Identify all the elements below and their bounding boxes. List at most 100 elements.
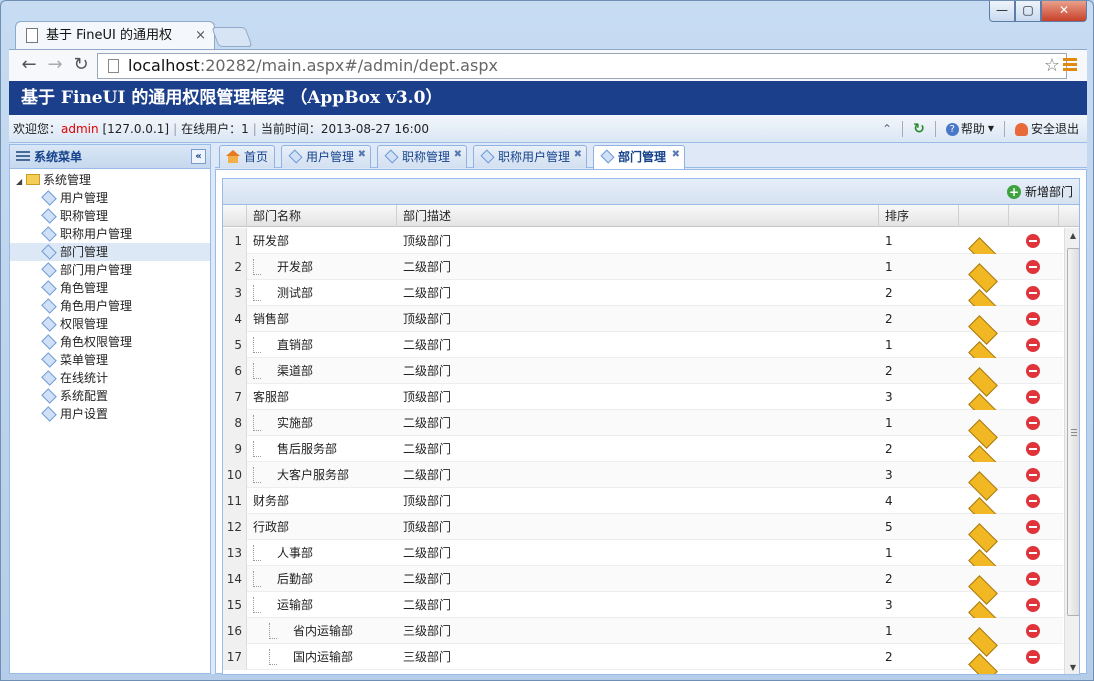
- delete-icon[interactable]: [1026, 364, 1040, 378]
- table-row[interactable]: 16 省内运输部 三级部门 1: [223, 618, 1063, 657]
- edit-icon[interactable]: [968, 389, 998, 423]
- table-row[interactable]: 3 测试部 二级部门 2: [223, 280, 1063, 319]
- table-row[interactable]: 17 国内运输部 三级部门 2: [223, 644, 1063, 674]
- logout-button[interactable]: 安全退出: [1014, 115, 1079, 143]
- sidebar-item[interactable]: 角色权限管理: [10, 333, 210, 351]
- edit-icon[interactable]: [968, 441, 998, 475]
- add-department-button[interactable]: + 新增部门: [1006, 183, 1073, 201]
- delete-icon[interactable]: [1026, 390, 1040, 404]
- back-icon[interactable]: ←: [17, 54, 41, 78]
- delete-icon[interactable]: [1026, 598, 1040, 612]
- delete-icon[interactable]: [1026, 286, 1040, 300]
- sidebar-item[interactable]: 用户设置: [10, 405, 210, 423]
- edit-icon[interactable]: [968, 545, 998, 579]
- minimize-button[interactable]: —: [989, 1, 1015, 22]
- sidebar-item[interactable]: 职称用户管理: [10, 225, 210, 243]
- edit-icon[interactable]: [968, 467, 998, 501]
- tab-department-management[interactable]: 部门管理 ✖: [593, 145, 685, 169]
- sidebar-item[interactable]: 在线统计: [10, 369, 210, 387]
- table-row[interactable]: 12 行政部 顶级部门 5: [223, 514, 1063, 553]
- table-row[interactable]: 5 直销部 二级部门 1: [223, 332, 1063, 371]
- scroll-down-arrow[interactable]: ▼: [1065, 660, 1079, 674]
- column-header-name[interactable]: 部门名称: [247, 205, 397, 227]
- delete-icon[interactable]: [1026, 494, 1040, 508]
- table-row[interactable]: 7 客服部 顶级部门 3: [223, 384, 1063, 423]
- edit-icon[interactable]: [968, 649, 998, 674]
- edit-icon[interactable]: [968, 519, 998, 553]
- delete-icon[interactable]: [1026, 546, 1040, 560]
- table-row[interactable]: 14 后勤部 二级部门 2: [223, 566, 1063, 605]
- browser-tab[interactable]: 基于 FineUI 的通用权 ×: [15, 21, 215, 49]
- edit-icon[interactable]: [968, 597, 998, 631]
- address-bar[interactable]: localhost:20282/main.aspx#/admin/dept.as…: [97, 53, 1067, 79]
- sidebar-item[interactable]: 职称管理: [10, 207, 210, 225]
- sidebar-item[interactable]: 角色管理: [10, 279, 210, 297]
- edit-icon[interactable]: [968, 571, 998, 605]
- delete-icon[interactable]: [1026, 234, 1040, 248]
- maximize-button[interactable]: ▢: [1015, 1, 1041, 22]
- scroll-up-arrow[interactable]: ▲: [1065, 228, 1079, 244]
- close-tab-icon[interactable]: ✖: [454, 144, 462, 166]
- table-row[interactable]: 15 运输部 二级部门 3: [223, 592, 1063, 631]
- table-row[interactable]: 6 渠道部 二级部门 2: [223, 358, 1063, 397]
- table-row[interactable]: 13 人事部 二级部门 1: [223, 540, 1063, 579]
- grid-vertical-scrollbar[interactable]: ▲ ▼: [1064, 228, 1079, 674]
- sidebar-item[interactable]: 系统配置: [10, 387, 210, 405]
- help-button[interactable]: ? 帮助 ▼: [945, 115, 994, 143]
- delete-icon[interactable]: [1026, 260, 1040, 274]
- tab-user-management[interactable]: 用户管理 ✖: [281, 145, 371, 168]
- tree-root[interactable]: ◢ 系统管理: [10, 171, 210, 189]
- table-row[interactable]: 2 开发部 二级部门 1: [223, 254, 1063, 293]
- edit-icon[interactable]: [968, 337, 998, 371]
- collapse-header-icon[interactable]: ⌃: [882, 115, 892, 143]
- browser-menu-icon[interactable]: [1063, 58, 1077, 72]
- tab-title-management[interactable]: 职称管理 ✖: [377, 145, 467, 168]
- table-row[interactable]: 10 大客户服务部 二级部门 3: [223, 462, 1063, 501]
- delete-icon[interactable]: [1026, 624, 1040, 638]
- refresh-icon[interactable]: ↻: [913, 115, 925, 143]
- current-user[interactable]: admin: [61, 122, 99, 136]
- delete-icon[interactable]: [1026, 572, 1040, 586]
- reload-icon[interactable]: ↻: [69, 54, 93, 78]
- edit-icon[interactable]: [968, 311, 998, 345]
- table-row[interactable]: 8 实施部 二级部门 1: [223, 410, 1063, 449]
- close-window-button[interactable]: ✕: [1041, 1, 1087, 22]
- close-tab-icon[interactable]: ✖: [358, 144, 366, 166]
- table-row[interactable]: 9 售后服务部 二级部门 2: [223, 436, 1063, 475]
- edit-icon[interactable]: [968, 285, 998, 319]
- collapse-sidebar-button[interactable]: «: [191, 149, 206, 164]
- column-header-description[interactable]: 部门描述: [397, 205, 879, 227]
- sidebar-item[interactable]: 用户管理: [10, 189, 210, 207]
- tab-title-user-management[interactable]: 职称用户管理 ✖: [473, 145, 587, 168]
- scroll-thumb[interactable]: [1067, 248, 1079, 616]
- sidebar-item[interactable]: 部门管理: [10, 243, 210, 261]
- close-tab-icon[interactable]: ×: [195, 22, 206, 49]
- delete-icon[interactable]: [1026, 520, 1040, 534]
- tab-home[interactable]: 首页: [219, 145, 275, 168]
- edit-icon[interactable]: [968, 623, 998, 657]
- bookmark-star-icon[interactable]: ☆: [1044, 54, 1060, 78]
- sidebar-item[interactable]: 权限管理: [10, 315, 210, 333]
- delete-icon[interactable]: [1026, 468, 1040, 482]
- new-tab-button[interactable]: [211, 27, 253, 47]
- close-tab-icon[interactable]: ✖: [672, 144, 680, 166]
- delete-icon[interactable]: [1026, 650, 1040, 664]
- close-tab-icon[interactable]: ✖: [574, 144, 582, 166]
- edit-icon[interactable]: [968, 259, 998, 293]
- edit-icon[interactable]: [968, 493, 998, 527]
- delete-icon[interactable]: [1026, 416, 1040, 430]
- delete-icon[interactable]: [1026, 312, 1040, 326]
- table-row[interactable]: 11 财务部 顶级部门 4: [223, 488, 1063, 527]
- delete-icon[interactable]: [1026, 338, 1040, 352]
- table-row[interactable]: 4 销售部 顶级部门 2: [223, 306, 1063, 345]
- sidebar-item[interactable]: 角色用户管理: [10, 297, 210, 315]
- sidebar-item[interactable]: 菜单管理: [10, 351, 210, 369]
- edit-icon[interactable]: [968, 233, 998, 267]
- delete-icon[interactable]: [1026, 442, 1040, 456]
- edit-icon[interactable]: [968, 415, 998, 449]
- column-header-sort[interactable]: 排序: [879, 205, 959, 227]
- sidebar-item[interactable]: 部门用户管理: [10, 261, 210, 279]
- table-row[interactable]: 1 研发部 顶级部门 1: [223, 228, 1063, 267]
- edit-icon[interactable]: [968, 363, 998, 397]
- forward-icon[interactable]: →: [43, 54, 67, 78]
